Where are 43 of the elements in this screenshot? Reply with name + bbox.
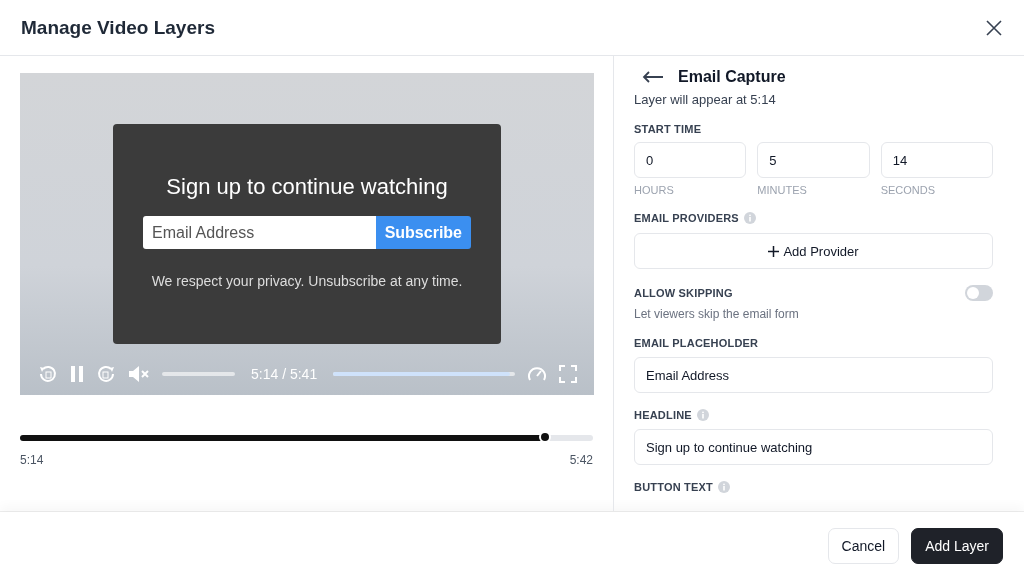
- timeline-start-time: 5:14: [20, 453, 44, 467]
- playback-progress[interactable]: [333, 372, 510, 376]
- field-caption: MINUTES: [757, 184, 808, 196]
- text-input-field[interactable]: Email Address: [634, 357, 993, 393]
- time-input-field[interactable]: 5: [757, 142, 870, 178]
- text-input-field[interactable]: Sign up to continue watching: [634, 429, 993, 465]
- speed-gauge-icon[interactable]: [527, 365, 547, 383]
- appear-time-text: Layer will appear at 5:14: [634, 92, 777, 107]
- field-label: BUTTON TEXT: [634, 481, 713, 493]
- cancel-button[interactable]: Cancel: [827, 527, 900, 564]
- dialog-title: Manage Video Layers: [21, 16, 215, 39]
- volume-slider[interactable]: [162, 372, 235, 376]
- add-provider-button[interactable]: Add Provider: [634, 233, 993, 269]
- field-label: ALLOW SKIPPING: [634, 287, 733, 299]
- field-label: EMAIL PLACEHOLDER: [634, 337, 759, 349]
- field-label: START TIME: [634, 123, 702, 135]
- muted-speaker-icon[interactable]: [128, 365, 150, 383]
- time-input-field[interactable]: 14: [880, 142, 993, 178]
- info-icon: [718, 481, 730, 493]
- field-caption: HOURS: [634, 184, 675, 196]
- add-layer-button[interactable]: Add Layer: [911, 527, 1003, 564]
- info-icon: [696, 409, 709, 421]
- plus-icon: [768, 245, 780, 257]
- rewind-icon[interactable]: [38, 364, 58, 384]
- email-input-field[interactable]: Email Address: [143, 216, 376, 249]
- fullscreen-icon[interactable]: [559, 365, 577, 383]
- info-icon: [743, 212, 756, 224]
- field-label: HEADLINE: [634, 409, 692, 421]
- toggle-switch[interactable]: [965, 285, 993, 301]
- back-arrow-icon[interactable]: [642, 71, 664, 83]
- timeline-handle[interactable]: [540, 433, 549, 441]
- field-label: EMAIL PROVIDERS: [634, 212, 739, 224]
- close-icon[interactable]: [986, 19, 1002, 36]
- field-caption: SECONDS: [880, 184, 937, 196]
- playback-time: 5:14 / 5:41: [251, 366, 318, 382]
- forward-icon[interactable]: [96, 364, 116, 384]
- field-description: Let viewers skip the email form: [634, 307, 800, 321]
- privacy-note: We respect your privacy. Unsubscribe at any time.: [151, 273, 463, 289]
- timeline-end-time: 5:42: [569, 453, 593, 467]
- pause-icon[interactable]: [70, 366, 84, 382]
- time-input-field[interactable]: 0: [634, 142, 747, 178]
- overlay-headline: Sign up to continue watching: [166, 174, 448, 200]
- panel-title: Email Capture: [678, 68, 786, 86]
